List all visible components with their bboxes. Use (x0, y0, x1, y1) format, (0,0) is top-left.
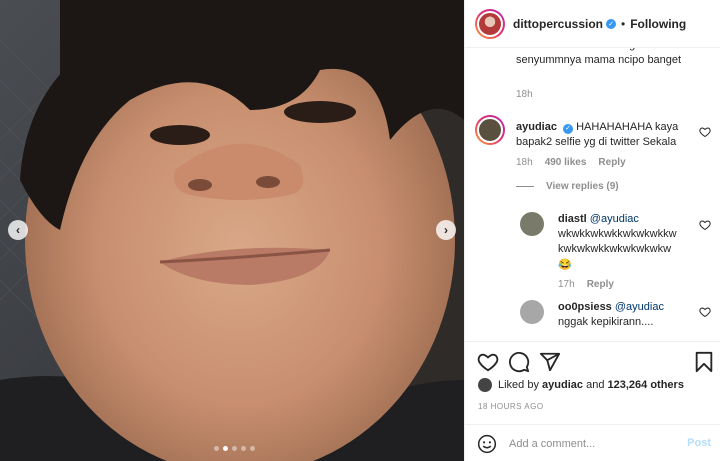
comment-text: nggak kepikirann.... (558, 316, 654, 328)
chevron-right-icon[interactable]: › (436, 220, 456, 240)
following-button[interactable]: Following (630, 17, 686, 31)
avatar[interactable] (520, 212, 544, 236)
comment-meta: 18h 490 likes Reply (516, 157, 626, 168)
heart-icon[interactable] (477, 351, 499, 373)
post-timestamp[interactable]: 18 HOURS AGO (478, 402, 544, 411)
avatar[interactable] (475, 8, 505, 39)
carousel-dot-active (223, 446, 228, 451)
reply-button[interactable]: Reply (587, 279, 614, 290)
mention-link[interactable]: @ayudiac (590, 213, 639, 225)
verified-badge-icon: ✓ (606, 18, 617, 29)
comment-text: Sekala Selfie hahahha geser senyummnya m… (516, 48, 682, 66)
carousel-dot (214, 446, 219, 451)
separator: • (621, 16, 626, 31)
carousel-indicator (214, 446, 255, 451)
heart-icon[interactable] (699, 306, 711, 318)
carousel-dot (232, 446, 237, 451)
post-actions: Liked by ayudiac and 123,264 others 18 H… (465, 341, 720, 461)
reply-comment: oo0psiess @ayudiac nggak kepikirann.... (558, 300, 688, 330)
avatar[interactable] (520, 300, 544, 324)
emoji: 😂 (558, 259, 572, 271)
comment-username[interactable]: ayudiac (516, 121, 557, 133)
bookmark-icon[interactable] (694, 351, 714, 373)
carousel-dot (250, 446, 255, 451)
share-icon[interactable] (539, 351, 561, 373)
comment-username[interactable]: diastl (558, 213, 587, 225)
likes-count[interactable]: 123,264 others (608, 379, 684, 391)
view-replies[interactable]: View replies (9) (516, 181, 619, 192)
comment-text: wkwkkwkwkkwkwkwkkw kwkwkwkkwkwkwkwkw (558, 228, 677, 255)
likes-and: and (586, 379, 605, 391)
view-replies-label[interactable]: View replies (9) (546, 181, 619, 192)
comment-time: 18h (516, 89, 533, 100)
post-photo[interactable]: ‹ › (0, 0, 464, 461)
post-modal: ‹ › dittopercussion ✓ • Following Sekala… (0, 0, 720, 461)
comment-likes[interactable]: 490 likes (545, 157, 587, 168)
child-selfie-image (0, 0, 464, 461)
post-author-username[interactable]: dittopercussion (513, 17, 603, 31)
likes-user[interactable]: ayudiac (542, 379, 583, 391)
carousel-dot (241, 446, 246, 451)
chevron-left-icon[interactable]: ‹ (8, 220, 28, 240)
post-button[interactable]: Post (687, 437, 711, 449)
likes-prefix: Liked by (498, 379, 539, 391)
comment-input[interactable] (509, 437, 679, 450)
likes-summary: Liked by ayudiac and 123,264 others (478, 378, 684, 392)
emoji-icon[interactable] (477, 434, 497, 454)
verified-badge-icon: ✓ (563, 123, 574, 134)
heart-icon[interactable] (699, 219, 711, 231)
comment-meta: 17h Reply (558, 279, 614, 290)
mention-link[interactable]: @ayudiac (615, 301, 664, 313)
avatar[interactable] (478, 378, 492, 392)
heart-icon[interactable] (699, 126, 711, 138)
comment-icon[interactable] (508, 351, 530, 373)
avatar[interactable] (475, 115, 505, 145)
comment-partial: Sekala Selfie hahahha geser senyummnya m… (516, 48, 696, 68)
comment-username[interactable]: oo0psiess (558, 301, 612, 313)
comment-time: 17h (558, 279, 575, 290)
post-sidebar: dittopercussion ✓ • Following Sekala Sel… (464, 0, 720, 461)
reply-comment: diastl @ayudiac wkwkkwkwkkwkwkwkkw kwkwk… (558, 212, 688, 273)
comment-main: ayudiac ✓ HAHAHAHAHA kaya bapak2 selfie … (516, 120, 686, 150)
add-comment-bar: Post (465, 424, 720, 461)
post-header: dittopercussion ✓ • Following (465, 0, 720, 48)
comment-meta: 18h (516, 89, 533, 100)
comment-time: 18h (516, 157, 533, 168)
divider (516, 186, 534, 187)
reply-button[interactable]: Reply (598, 157, 625, 168)
comments-list[interactable]: Sekala Selfie hahahha geser senyummnya m… (465, 48, 720, 341)
